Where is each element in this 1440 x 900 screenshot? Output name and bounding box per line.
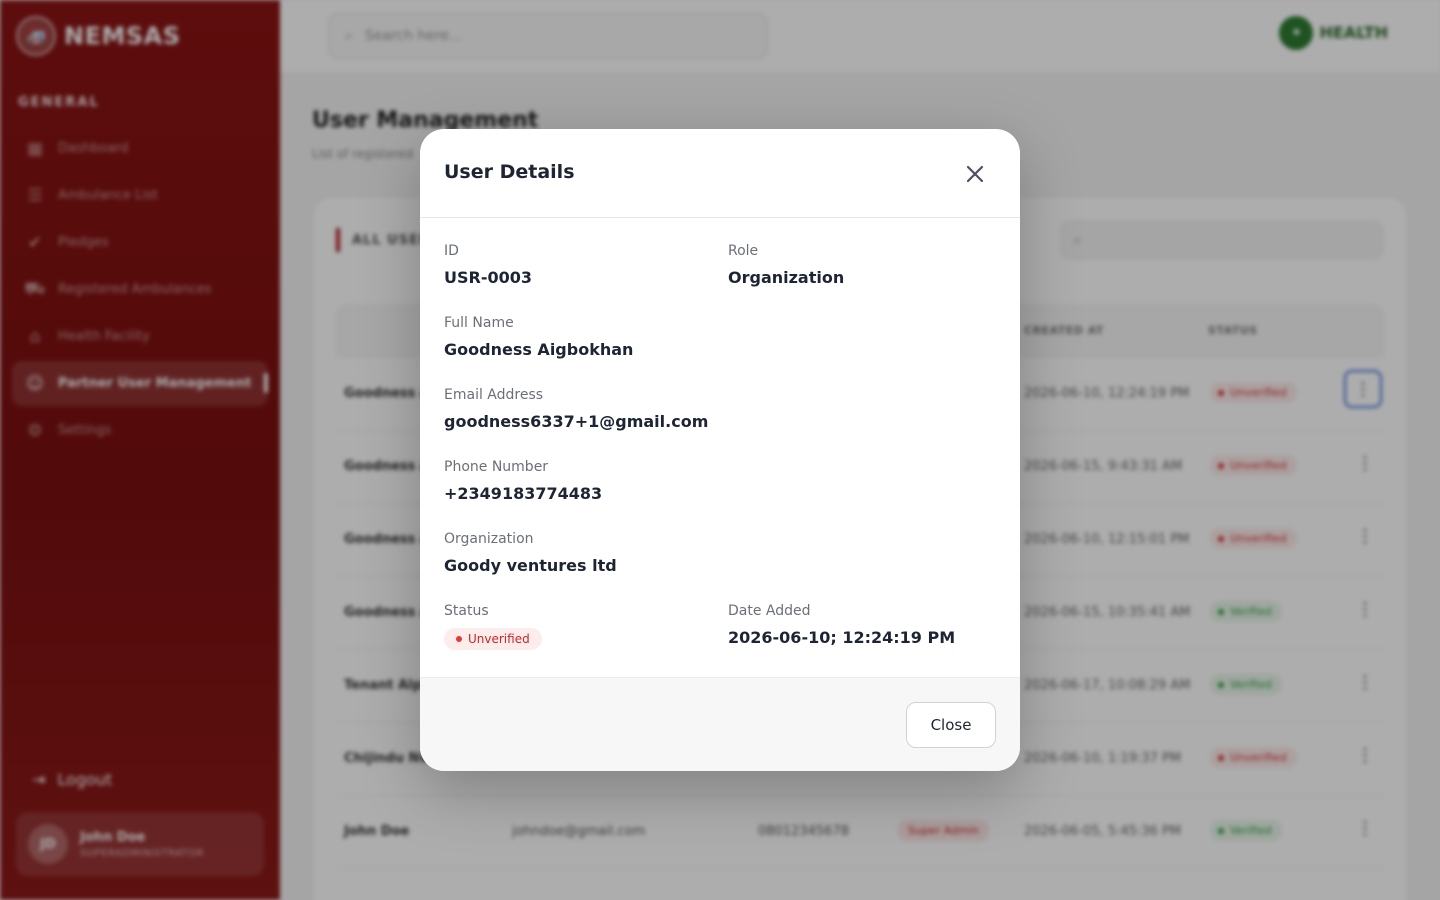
field-value: USR-0003 [444,268,533,287]
field-label: Phone Number [444,459,549,475]
field-value: 2026-06-10; 12:24:19 PM [728,628,956,647]
close-icon [966,165,984,183]
modal-body: ID USR-0003 Role Organization Full Name … [420,218,1020,677]
field-label: Date Added [728,603,811,619]
field-label: Full Name [444,315,514,331]
field-role: Role Organization [728,243,844,287]
field-value: Goodness Aigbokhan [444,340,634,359]
field-email: Email Address goodness6337+1@gmail.com [444,387,708,431]
field-id: ID USR-0003 [444,243,532,287]
modal-footer: Close [420,677,1020,771]
close-icon-button[interactable] [960,159,990,189]
field-label: Role [728,243,759,259]
field-full-name: Full Name Goodness Aigbokhan [444,315,633,359]
close-button[interactable]: Close [906,702,996,748]
field-label: Status [444,603,489,619]
field-value: Organization [728,268,845,287]
field-organization: Organization Goody ventures ltd [444,531,617,575]
field-value: goodness6337+1@gmail.com [444,412,709,431]
modal-title: User Details [444,161,575,183]
modal-header: User Details [420,129,1020,218]
user-details-modal: User Details ID USR-0003 Role Organizati… [420,129,1020,771]
field-value: Goody ventures ltd [444,556,617,575]
field-label: Email Address [444,387,544,403]
field-status: Status Unverified [444,603,542,650]
field-date-added: Date Added 2026-06-10; 12:24:19 PM [728,603,955,647]
field-value: +2349183774483 [444,484,603,503]
status-badge-label: Unverified [468,632,530,646]
field-phone: Phone Number +2349183774483 [444,459,602,503]
field-label: Organization [444,531,534,547]
status-badge: Unverified [444,628,542,650]
status-dot-icon [456,636,462,642]
field-label: ID [444,243,459,259]
